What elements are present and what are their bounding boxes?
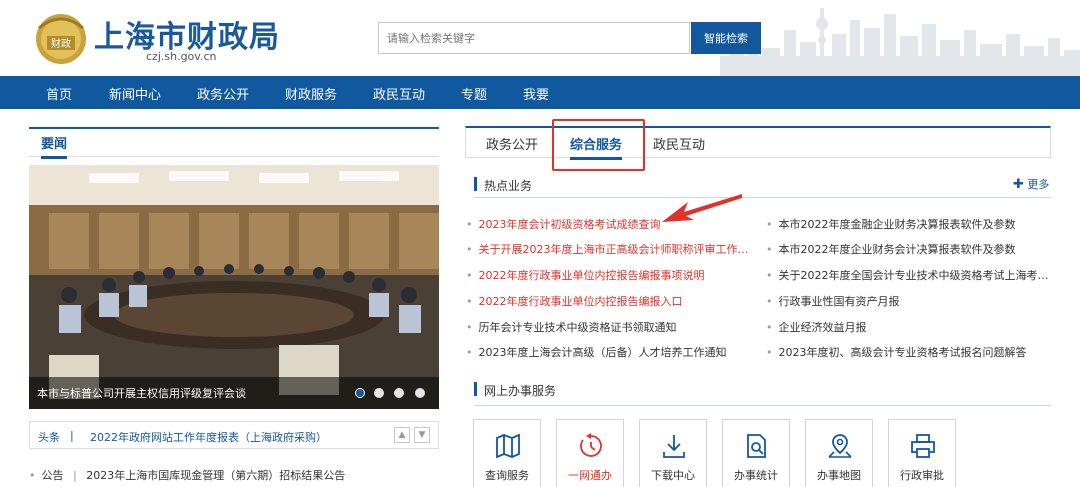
notice-bullet: • <box>29 469 36 482</box>
tab-public-interaction[interactable]: 政民互动 <box>653 134 705 153</box>
headline-row: 头条 | 2022年政府网站工作年度报表（上海政府采购） ▲ ▼ <box>29 421 439 449</box>
service-label: 下载中心 <box>651 469 695 482</box>
hot-item-label: 企业经济效益月报 <box>778 321 867 334</box>
headline-next-arrow-icon[interactable]: ▼ <box>414 427 430 443</box>
nav-item-i-want[interactable]: 我要 <box>523 84 549 103</box>
carousel-dot-1[interactable] <box>355 388 365 398</box>
nav-item-finance-services[interactable]: 财政服务 <box>285 84 337 103</box>
news-photo-carousel[interactable]: 本市与标普公司开展主权信用评级复评会谈 <box>29 165 439 409</box>
main-nav: 首页 新闻中心 政务公开 财政服务 政民互动 专题 我要 <box>0 76 1080 109</box>
tab-government-affairs[interactable]: 政务公开 <box>486 134 538 153</box>
service-label: 行政审批 <box>900 469 944 482</box>
headline-separator: | <box>70 429 74 442</box>
hot-section-bar <box>474 177 477 191</box>
hot-item-label: 2022年度行政事业单位内控报告编报事项说明 <box>478 269 705 282</box>
meeting-room-photo <box>29 165 439 409</box>
document-search-icon <box>747 434 766 458</box>
hot-item-label: 关于开展2023年度上海市正高级会计师职称评审工作… <box>478 243 749 256</box>
notice-link[interactable]: 2023年上海市国库现金管理（第六期）招标结果公告 <box>86 467 345 483</box>
site-domain: czj.sh.gov.cn <box>146 50 217 63</box>
nav-item-public-interaction[interactable]: 政民互动 <box>373 84 425 103</box>
service-card-approval[interactable]: 行政审批 <box>888 419 956 487</box>
hot-item-label: 关于2022年度全国会计专业技术中级资格考试上海考… <box>778 269 1049 282</box>
search-input[interactable] <box>378 22 690 54</box>
hot-item-right-2[interactable]: • 本市2022年度企业财务会计决算报表软件及参数 <box>766 241 1051 257</box>
nav-item-topics[interactable]: 专题 <box>461 84 487 103</box>
service-card-one-network[interactable]: 一网通办 <box>556 419 624 487</box>
logo-emblem-icon: 财政 <box>36 14 86 64</box>
hot-item-left-2[interactable]: • 关于开展2023年度上海市正高级会计师职称评审工作… <box>466 241 756 257</box>
photo-caption-bar: 本市与标普公司开展主权信用评级复评会谈 <box>29 377 439 409</box>
map-book-icon <box>496 433 520 459</box>
printer-icon <box>911 434 935 458</box>
map-pin-icon <box>828 434 852 458</box>
hot-item-right-6[interactable]: • 2023年度初、高级会计专业资格考试报名问题解答 <box>766 344 1051 360</box>
hot-section-title: 热点业务 <box>484 179 533 193</box>
nav-item-news-center[interactable]: 新闻中心 <box>109 84 161 103</box>
red-arrow-annotation-icon <box>662 194 742 222</box>
service-label: 查询服务 <box>485 469 529 482</box>
headline-tag: 头条 <box>38 431 60 444</box>
hot-item-left-4[interactable]: • 2022年度行政事业单位内控报告编报入口 <box>466 293 756 309</box>
hot-item-label: 2022年度行政事业单位内控报告编报入口 <box>478 295 683 308</box>
more-link[interactable]: ✚ 更多 <box>1013 176 1049 192</box>
city-skyline-decoration <box>720 8 1080 76</box>
service-card-download[interactable]: 下载中心 <box>639 419 707 487</box>
hot-item-label: 本市2022年度企业财务会计决算报表软件及参数 <box>778 243 1016 256</box>
service-label: 一网通办 <box>568 469 612 482</box>
online-section-title: 网上办事服务 <box>484 384 557 398</box>
tab-key-news[interactable]: 要闻 <box>41 133 68 159</box>
nav-item-home[interactable]: 首页 <box>46 84 72 103</box>
smart-search-button[interactable]: 智能检索 <box>691 22 761 54</box>
notice-separator: | <box>73 469 77 482</box>
svg-text:财政: 财政 <box>51 37 71 50</box>
hot-item-right-4[interactable]: • 行政事业性国有资产月报 <box>766 293 1051 309</box>
hot-item-right-5[interactable]: • 企业经济效益月报 <box>766 319 1051 335</box>
hot-section-divider <box>474 197 1051 198</box>
photo-caption[interactable]: 本市与标普公司开展主权信用评级复评会谈 <box>37 385 246 401</box>
news-tabbar: 要闻 <box>29 127 439 159</box>
carousel-dot-4[interactable] <box>415 388 425 398</box>
carousel-dot-2[interactable] <box>374 388 384 398</box>
download-icon <box>663 435 685 458</box>
hot-item-left-5[interactable]: • 历年会计专业技术中级资格证书领取通知 <box>466 319 756 335</box>
hot-item-label: 2023年度上海会计高级（后备）人才培养工作通知 <box>478 346 727 359</box>
header: 财政 上海市财政局 czj.sh.gov.cn 智能检索 <box>0 0 1080 76</box>
headline-link[interactable]: 2022年政府网站工作年度报表（上海政府采购） <box>90 429 327 445</box>
service-card-query[interactable]: 查询服务 <box>473 419 541 487</box>
hot-item-label: 行政事业性国有资产月报 <box>778 295 900 308</box>
notice-row: • 公告 | 2023年上海市国库现金管理（第六期）招标结果公告 <box>29 467 345 483</box>
online-section-divider <box>474 405 1051 406</box>
hot-item-label: 2023年度初、高级会计专业资格考试报名问题解答 <box>778 346 1027 359</box>
carousel-dot-3[interactable] <box>394 388 404 398</box>
clock-refresh-icon <box>580 433 602 457</box>
more-label: 更多 <box>1027 178 1050 191</box>
hot-item-label: 本市2022年度金融企业财务决算报表软件及参数 <box>778 218 1016 231</box>
nav-item-government-affairs[interactable]: 政务公开 <box>197 84 249 103</box>
service-card-map[interactable]: 办事地图 <box>805 419 873 487</box>
hot-item-right-1[interactable]: • 本市2022年度金融企业财务决算报表软件及参数 <box>766 216 1051 232</box>
hot-item-left-6[interactable]: • 2023年度上海会计高级（后备）人才培养工作通知 <box>466 344 756 360</box>
service-card-statistics[interactable]: 办事统计 <box>722 419 790 487</box>
service-label: 办事地图 <box>817 469 861 482</box>
highlight-box-annotation <box>552 119 645 171</box>
hot-item-left-3[interactable]: • 2022年度行政事业单位内控报告编报事项说明 <box>466 267 756 283</box>
headline-prev-arrow-icon[interactable]: ▲ <box>394 427 410 443</box>
service-label: 办事统计 <box>734 469 778 482</box>
notice-tag: 公告 <box>41 469 64 482</box>
hot-item-right-3[interactable]: • 关于2022年度全国会计专业技术中级资格考试上海考… <box>766 267 1051 283</box>
hot-item-label: 2023年度会计初级资格考试成绩查询 <box>478 218 661 231</box>
online-section-bar <box>474 382 477 396</box>
hot-item-label: 历年会计专业技术中级资格证书领取通知 <box>478 321 677 334</box>
plus-icon: ✚ <box>1013 177 1024 192</box>
